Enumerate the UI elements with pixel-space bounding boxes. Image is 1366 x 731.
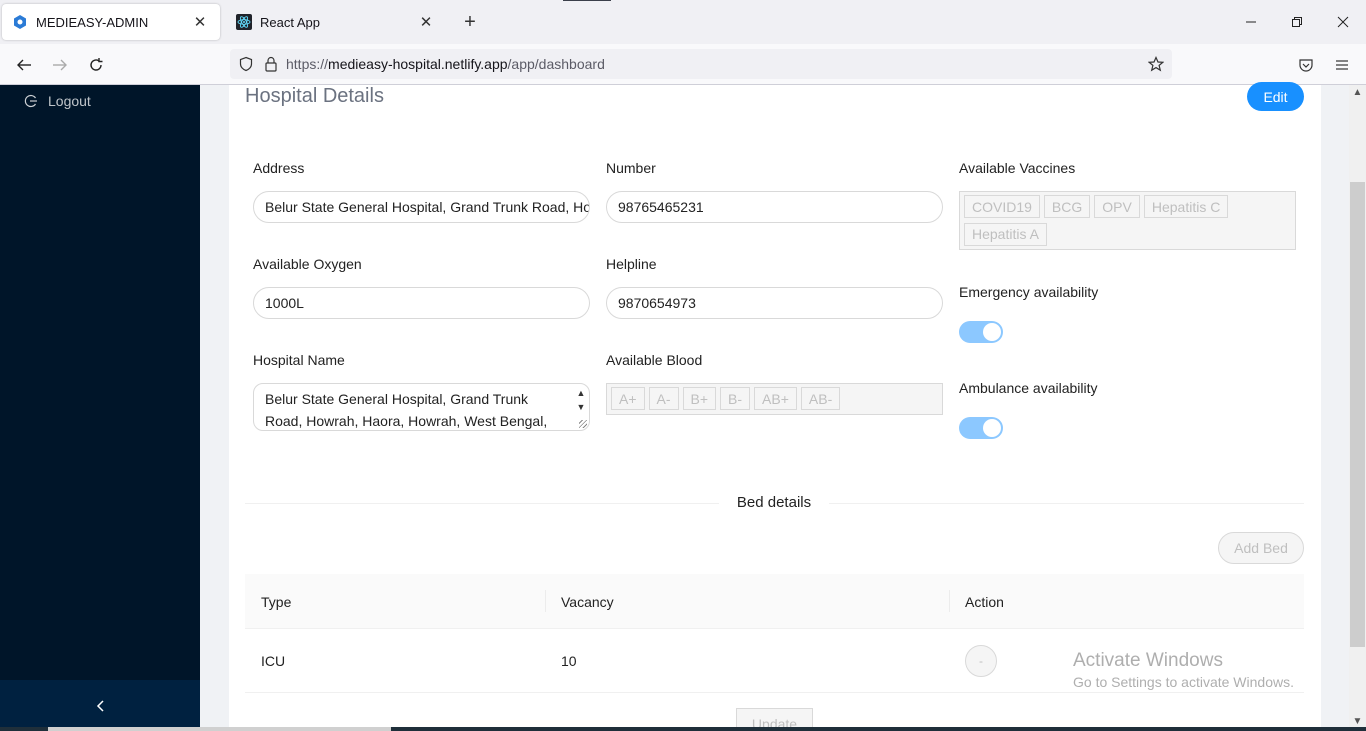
sidebar-collapse-button[interactable] — [0, 680, 200, 731]
hospital-details-card: Hospital Details Edit Address Belur Stat… — [229, 82, 1321, 731]
scroll-down-icon[interactable]: ▼ — [1349, 716, 1366, 727]
vaccine-tag: COVID19 — [964, 195, 1040, 218]
oxygen-input[interactable]: 1000L — [253, 287, 590, 319]
column-header-type: Type — [261, 593, 292, 610]
hospital-name-label: Hospital Name — [253, 352, 345, 368]
add-bed-button[interactable]: Add Bed — [1218, 532, 1304, 564]
helpline-label: Helpline — [606, 256, 657, 272]
blood-tag: B+ — [682, 387, 717, 410]
blood-select[interactable]: A+ A- B+ B- AB+ AB- — [606, 383, 943, 415]
tab-indicator — [563, 0, 611, 1]
ambulance-toggle[interactable] — [959, 417, 1003, 439]
watermark-subtitle: Go to Settings to activate Windows. — [1073, 674, 1294, 690]
vaccines-label: Available Vaccines — [959, 160, 1076, 176]
bookmark-star-icon[interactable] — [1148, 56, 1164, 72]
oxygen-label: Available Oxygen — [253, 256, 362, 272]
blood-tag: A- — [648, 387, 679, 410]
restore-icon[interactable] — [1274, 10, 1320, 34]
activate-windows-watermark: Activate Windows Go to Settings to activ… — [1073, 650, 1294, 690]
vaccine-tag: BCG — [1043, 195, 1091, 218]
watermark-title: Activate Windows — [1073, 650, 1223, 671]
page-scrollbar[interactable]: ▲ ▼ — [1349, 85, 1366, 731]
column-header-vacancy: Vacancy — [545, 574, 949, 629]
scroll-down-icon[interactable]: ▼ — [577, 400, 586, 414]
scrollbar-thumb[interactable] — [1350, 182, 1365, 647]
reload-icon[interactable] — [84, 53, 108, 77]
bed-vacancy-cell: 10 — [561, 653, 577, 669]
browser-nav-bar: https://medieasy-hospital.netlify.app/ap… — [0, 44, 1366, 85]
blood-tag: A+ — [611, 387, 645, 410]
tab-close-icon[interactable]: ✕ — [416, 13, 436, 31]
bed-type-cell: ICU — [261, 653, 286, 669]
scroll-up-icon[interactable]: ▲ — [577, 386, 586, 400]
browser-tab-bar: MEDIEASY-ADMIN ✕ React App ✕ + — [0, 0, 1366, 44]
edit-button[interactable]: Edit — [1247, 82, 1304, 111]
sidebar: Logout — [0, 85, 200, 731]
bed-details-heading: Bed details — [719, 494, 829, 511]
vaccine-tag: OPV — [1094, 195, 1140, 218]
url-host: medieasy-hospital.netlify.app — [328, 56, 508, 72]
shield-icon[interactable] — [238, 56, 254, 72]
lock-icon[interactable] — [264, 56, 278, 72]
forward-arrow-icon[interactable] — [48, 53, 72, 77]
resize-grip-icon[interactable] — [579, 420, 587, 428]
hospital-name-value: Belur State General Hospital, Grand Trun… — [265, 391, 548, 429]
tab-title: React App — [260, 14, 320, 30]
tab-close-icon[interactable]: ✕ — [190, 13, 210, 31]
column-header-action: Action — [949, 574, 1304, 629]
react-logo-icon — [236, 14, 252, 30]
page-title: Hospital Details — [245, 85, 384, 107]
logout-icon — [24, 94, 38, 108]
url-text[interactable]: https://medieasy-hospital.netlify.app/ap… — [286, 56, 605, 72]
pocket-icon[interactable] — [1294, 53, 1318, 77]
taskbar-segment — [48, 727, 391, 731]
address-bar[interactable]: https://medieasy-hospital.netlify.app/ap… — [230, 49, 1172, 79]
table-header: Type Vacancy Action — [245, 574, 1304, 629]
number-label: Number — [606, 160, 656, 176]
hospital-name-textarea[interactable]: Belur State General Hospital, Grand Trun… — [253, 383, 590, 431]
blood-tag: AB+ — [754, 387, 797, 410]
logout-label: Logout — [48, 93, 91, 109]
emergency-toggle[interactable] — [959, 321, 1003, 343]
address-input[interactable]: Belur State General Hospital, Grand Trun… — [253, 191, 590, 223]
url-scheme: https:// — [286, 56, 329, 72]
hamburger-menu-icon[interactable] — [1330, 53, 1354, 77]
remove-bed-button[interactable]: - — [965, 645, 997, 677]
emergency-label: Emergency availability — [959, 284, 1099, 300]
helpline-input[interactable]: 9870654973 — [606, 287, 943, 319]
vaccine-tag: Hepatitis A — [964, 222, 1047, 246]
blood-tag: B- — [720, 387, 751, 410]
back-arrow-icon[interactable] — [12, 53, 36, 77]
chevron-left-icon — [95, 699, 105, 713]
tab-react-app[interactable]: React App ✕ — [226, 4, 446, 40]
ambulance-label: Ambulance availability — [959, 380, 1098, 396]
minimize-icon[interactable] — [1228, 10, 1274, 34]
vaccines-select[interactable]: COVID19 BCG OPV Hepatitis C Hepatitis A — [959, 191, 1296, 250]
taskbar-edge — [0, 727, 1366, 731]
address-label: Address — [253, 160, 305, 176]
new-tab-button[interactable]: + — [460, 10, 480, 34]
number-input[interactable]: 98765465231 — [606, 191, 943, 223]
sidebar-item-logout[interactable]: Logout — [24, 93, 91, 109]
vaccine-tag: Hepatitis C — [1143, 195, 1229, 218]
blood-label: Available Blood — [606, 352, 703, 368]
textarea-scrollbar[interactable]: ▲ ▼ — [575, 386, 587, 414]
blood-tag: AB- — [800, 387, 841, 410]
url-path: /app/dashboard — [507, 56, 605, 72]
tab-title: MEDIEASY-ADMIN — [36, 14, 149, 30]
medieasy-logo-icon — [12, 14, 28, 30]
close-window-icon[interactable] — [1320, 10, 1366, 34]
scroll-up-icon[interactable]: ▲ — [1349, 87, 1366, 98]
tab-medieasy-admin[interactable]: MEDIEASY-ADMIN ✕ — [2, 4, 220, 40]
